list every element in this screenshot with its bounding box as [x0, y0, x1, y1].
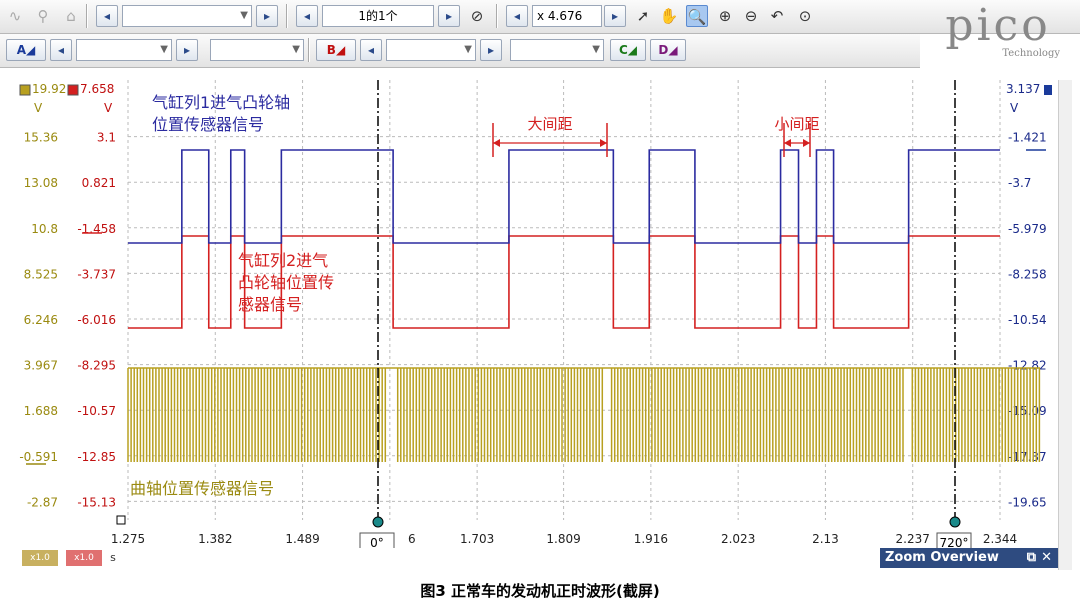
axis-a-tick-label: 13.08: [24, 176, 58, 190]
axis-a-tick-label: 8.525: [24, 267, 58, 281]
marker-0-deg-label: 0°: [370, 536, 384, 548]
axis-labels: 19.92 V 15.36 13.08 10.8 8.525 6.246 3.967 1.688…: [19, 82, 1052, 546]
series-bank2-label-line: 气缸列2进气: [238, 251, 328, 270]
vertical-scrollbar[interactable]: [1058, 80, 1072, 570]
axis-right-tick-label: -5.979: [1008, 222, 1047, 236]
small-gap-arrowhead-left: [784, 139, 791, 147]
time-unit-label: s: [110, 551, 116, 564]
axis-a-top-label: 19.92: [32, 82, 66, 96]
axis-b-top-label: 7.658: [80, 82, 114, 96]
axis-b-unit: V: [104, 101, 113, 115]
axis-a-tick-label: -0.591: [19, 450, 58, 464]
zoom-overview-panel[interactable]: Zoom Overview ⧉ ✕: [880, 548, 1058, 568]
axis-right-marker: [1044, 85, 1052, 95]
axis-right-unit: V: [1010, 101, 1019, 115]
big-gap-arrowhead-left: [493, 139, 500, 147]
x-tick-label: 2.344: [983, 532, 1017, 546]
marker-0-deg-handle: [372, 516, 384, 528]
series-bank1-label-line: 位置传感器信号: [152, 115, 264, 134]
series-crank-trace: [127, 368, 1041, 462]
axis-a-tick-label: 6.246: [24, 313, 58, 327]
marker-720-deg-label: 720°: [940, 536, 969, 548]
x-tick-label: 2.13: [812, 532, 839, 546]
big-gap-arrowhead-right: [600, 139, 607, 147]
x-tick-label: 1.809: [546, 532, 580, 546]
zoom-overview-title: Zoom Overview: [885, 550, 999, 565]
axis-right-tick-label: -10.54: [1008, 313, 1047, 327]
x-tick-label: 6: [408, 532, 416, 546]
waveform-chart[interactable]: 19.92 V 15.36 13.08 10.8 8.525 6.246 3.967 1.688…: [0, 0, 1080, 548]
axis-b-bottom-marker: [116, 515, 126, 525]
axis-a-tick-label: 3.967: [24, 359, 58, 373]
x-tick-label: 2.237: [896, 532, 930, 546]
small-gap-label: 小间距: [774, 115, 819, 133]
axis-b-tick-label: 3.1: [97, 131, 116, 145]
x-tick-label: 1.703: [460, 532, 494, 546]
x-tick-label: 1.275: [111, 532, 145, 546]
axis-right-tick-label: -19.65: [1008, 495, 1047, 509]
x-tick-label: 1.916: [634, 532, 668, 546]
axis-right-tick-label: -8.258: [1008, 267, 1047, 281]
series-bank2-label-line: 凸轮轴位置传: [238, 273, 334, 292]
axis-b-tick-label: 0.821: [82, 176, 116, 190]
axis-b-tick-label: -8.295: [77, 359, 116, 373]
axis-a-tick-label: 1.688: [24, 404, 58, 418]
restore-icon[interactable]: ⧉: [1027, 548, 1036, 568]
axis-b-tick-label: -10.57: [77, 404, 116, 418]
series-crank-label: 曲轴位置传感器信号: [130, 479, 274, 498]
x-tick-label: 2.023: [721, 532, 755, 546]
x-tick-label: 1.382: [198, 532, 232, 546]
series-bank2-label-line: 感器信号: [238, 295, 302, 314]
close-icon[interactable]: ✕: [1041, 548, 1052, 568]
axis-a-tick-label: -2.87: [27, 495, 58, 509]
axis-b-tick-label: -3.737: [77, 267, 116, 281]
axis-a-tick-label: 15.36: [24, 131, 58, 145]
big-gap-label: 大间距: [527, 115, 572, 133]
axis-b-tick-label: -12.85: [77, 450, 116, 464]
axis-right-tick-label: -3.7: [1008, 176, 1031, 190]
x-tick-label: 1.489: [285, 532, 319, 546]
figure-caption: 图3 正常车的发动机正时波形(截屏): [420, 582, 660, 600]
axis-b-tick-label: -15.13: [77, 495, 116, 509]
axis-right-top-label: 3.137: [1006, 82, 1040, 96]
channel-a-scale-badge: x1.0: [22, 550, 58, 566]
axis-b-marker: [67, 84, 79, 96]
marker-720-deg-handle: [949, 516, 961, 528]
axis-a-tick-label: 10.8: [31, 222, 58, 236]
axis-a-marker: [19, 84, 31, 96]
small-gap-arrowhead-right: [803, 139, 810, 147]
axis-b-tick-label: -6.016: [77, 313, 116, 327]
axis-right-tick-label: -1.421: [1008, 131, 1047, 145]
series-bank1-label-line: 气缸列1进气凸轮轴: [152, 93, 290, 112]
axis-a-unit: V: [34, 101, 43, 115]
channel-b-scale-badge: x1.0: [66, 550, 102, 566]
